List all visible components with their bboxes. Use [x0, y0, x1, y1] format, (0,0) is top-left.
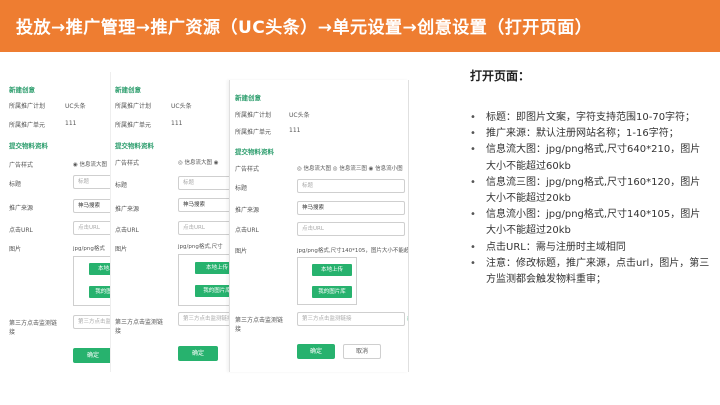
- radio-three-image[interactable]: ◎ 信息流大图 ◉: [178, 158, 219, 166]
- third-party-input[interactable]: 第三方点击监测链接: [73, 315, 115, 329]
- style-radio-group[interactable]: ◎ 信息流大图 ◎ 信息流三图 ◉ 信息流小图: [297, 164, 403, 172]
- source-label: 推广来源: [115, 206, 140, 213]
- style-label: 广告样式: [9, 162, 34, 169]
- form-screenshot-small-image: 新建创意 所属推广计划 UC头条 所属推广单元 111 提交物料资料 广告样式 …: [229, 80, 409, 372]
- unit-label: 所属推广单元: [9, 122, 46, 129]
- plan-value: UC头条: [65, 103, 86, 110]
- image-label: 图片: [235, 248, 248, 255]
- source-input[interactable]: 神马搜索: [178, 198, 234, 212]
- url-label: 点击URL: [235, 227, 259, 234]
- spec-source: 推广来源：默认注册网站名称；1-16字符；: [470, 126, 710, 142]
- image-hint: jpg/png格式,尺寸140*105，图片大小不能超过20kb: [297, 248, 409, 254]
- spec-list: 标题：即图片文案，字符支持范围10-70字符； 推广来源：默认注册网站名称；1-…: [470, 110, 710, 288]
- title-input[interactable]: 标题: [297, 179, 405, 193]
- title-label: 标题: [115, 182, 128, 189]
- section-submit-material: 提交物料资料: [9, 142, 48, 150]
- page-title: 投放→推广管理→推广资源（UC头条）→单元设置→创意设置（打开页面）: [16, 18, 593, 38]
- spec-small-image: 信息流小图：jpg/png格式,尺寸140*105，图片大小不能超过20kb: [470, 207, 710, 239]
- section-new-creative: 新建创意: [9, 86, 35, 94]
- third-party-label: 第三方点击监测链: [9, 320, 58, 327]
- cancel-button[interactable]: 取消: [343, 344, 381, 359]
- section-new-creative: 新建创意: [115, 86, 141, 94]
- third-party-label-cont: 接: [115, 328, 122, 335]
- unit-value: 111: [289, 127, 301, 134]
- third-party-label: 第三方点击监测链: [235, 317, 284, 324]
- image-label: 图片: [9, 246, 22, 253]
- url-input[interactable]: 点击URL: [178, 221, 234, 235]
- unit-value: 111: [65, 120, 77, 127]
- spec-three-image: 信息流三图：jpg/png格式,尺寸160*120，图片大小不能超过20kb: [470, 175, 710, 207]
- url-label: 点击URL: [9, 227, 33, 234]
- third-party-input[interactable]: 第三方点击监测链接: [178, 312, 234, 326]
- confirm-button[interactable]: 确定: [73, 348, 113, 363]
- help-link[interactable]: 帮助: [407, 315, 408, 323]
- third-party-input[interactable]: 第三方点击监测链接: [297, 312, 405, 326]
- image-hint: jpg/png格式,尺寸: [178, 244, 223, 250]
- section-submit-material: 提交物料资料: [235, 148, 274, 156]
- section-new-creative: 新建创意: [235, 94, 261, 102]
- url-input[interactable]: 点击URL: [297, 222, 405, 236]
- image-library-button[interactable]: 我的图片库: [312, 286, 352, 298]
- third-party-label-cont: 接: [9, 329, 16, 336]
- image-label: 图片: [115, 246, 128, 253]
- plan-value: UC头条: [171, 103, 192, 110]
- header-banner: 投放→推广管理→推广资源（UC头条）→单元设置→创意设置（打开页面）: [0, 0, 720, 52]
- url-label: 点击URL: [115, 227, 139, 234]
- title-input[interactable]: 标题: [178, 176, 234, 190]
- third-party-label: 第三方点击监测链: [115, 319, 164, 326]
- plan-label: 所属推广计划: [115, 103, 152, 110]
- plan-label: 所属推广计划: [235, 112, 272, 119]
- url-input[interactable]: 点击URL: [73, 221, 115, 235]
- title-label: 标题: [235, 185, 248, 192]
- unit-label: 所属推广单元: [235, 129, 272, 136]
- title-input[interactable]: 标题: [73, 175, 115, 189]
- source-label: 推广来源: [235, 207, 260, 214]
- form-screenshot-three-image: 新建创意 所属推广计划 UC头条 所属推广单元 111 提交物料资料 广告样式 …: [110, 72, 234, 372]
- title-label: 标题: [9, 181, 22, 188]
- source-input[interactable]: 神马搜索: [73, 199, 115, 213]
- spec-large-image: 信息流大图：jpg/png格式,尺寸640*210，图片大小不能超过60kb: [470, 142, 710, 174]
- style-label: 广告样式: [115, 160, 140, 167]
- form-screenshot-large-image: 新建创意 所属推广计划 UC头条 所属推广单元 111 提交物料资料 广告样式 …: [3, 72, 115, 372]
- plan-label: 所属推广计划: [9, 103, 46, 110]
- image-hint: jpg/png格式: [73, 246, 105, 252]
- spec-click-url: 点击URL：需与注册时主域相同: [470, 240, 710, 256]
- unit-value: 111: [171, 120, 183, 127]
- panel-title: 打开页面：: [470, 69, 531, 83]
- upload-local-button[interactable]: 本地上传: [312, 264, 352, 276]
- source-input[interactable]: 神马搜索: [297, 201, 405, 215]
- style-label: 广告样式: [235, 166, 260, 173]
- unit-label: 所属推广单元: [115, 122, 152, 129]
- radio-large-image[interactable]: ◉ 信息流大图: [73, 160, 107, 168]
- third-party-label-cont: 接: [235, 326, 242, 333]
- confirm-button[interactable]: 确定: [178, 346, 218, 361]
- source-label: 推广来源: [9, 205, 34, 212]
- section-submit-material: 提交物料资料: [115, 142, 154, 150]
- spec-notice: 注意：修改标题，推广来源，点击url，图片，第三方监测都会触发物料重审；: [470, 256, 710, 288]
- confirm-button[interactable]: 确定: [297, 344, 335, 359]
- spec-title: 标题：即图片文案，字符支持范围10-70字符；: [470, 110, 710, 126]
- plan-value: UC头条: [289, 112, 310, 119]
